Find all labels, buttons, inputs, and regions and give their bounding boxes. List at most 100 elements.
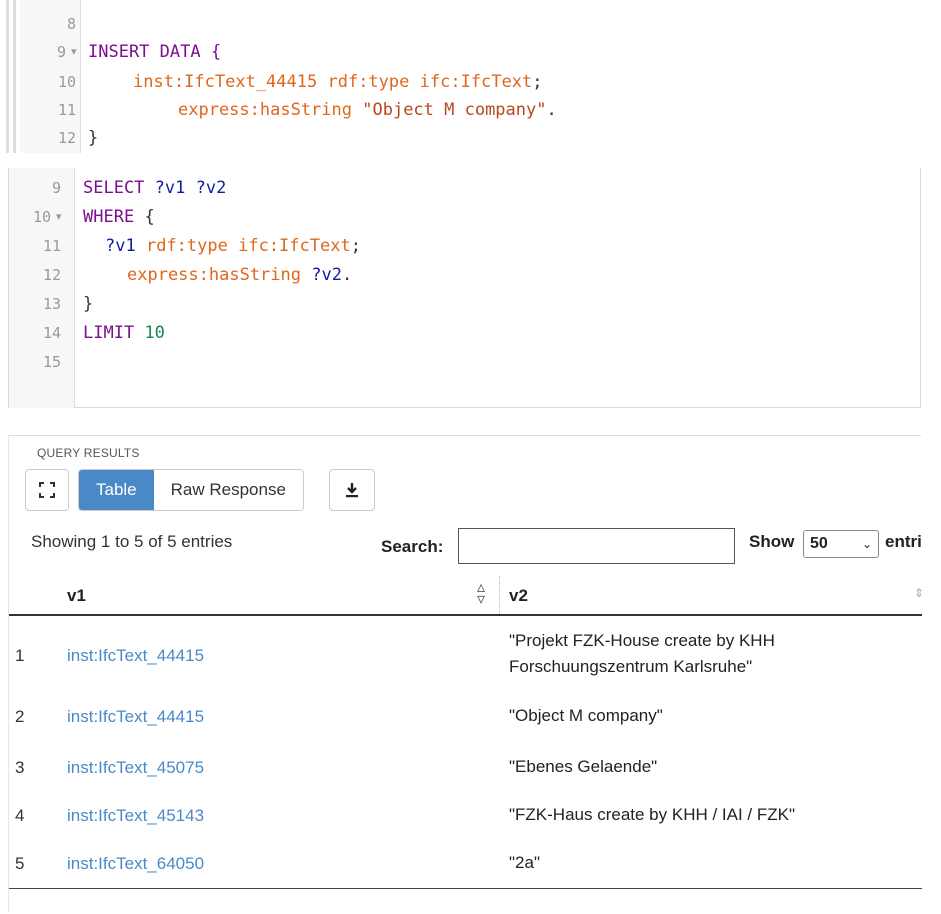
code-subject: ?v1 [105,236,136,256]
chevron-down-icon: ⌄ [861,537,872,551]
table-header: v1 ▵ ▿ v2 ⇕ [9,576,922,616]
search-input[interactable] [458,528,735,564]
code-line: 12 express:hasString ?v2. [9,261,909,291]
download-button[interactable] [329,469,375,511]
v2-value: "Projekt FZK-House create by KHH Forschu… [509,628,909,680]
line-number: 12 [42,266,61,284]
row-index: 5 [15,854,25,873]
code-line: 10 ▾ WHERE { [9,203,909,233]
line-number: 12 [57,129,76,147]
code-subject: inst:IfcText_44415 [133,72,318,92]
v1-link[interactable]: inst:IfcText_64050 [67,854,204,874]
editor-border-inner [13,0,16,153]
line-number: 11 [42,237,61,255]
code-text: } [88,128,99,148]
line-number: 10 [57,73,76,91]
v2-value-line: Forschuungszentrum Karlsruhe" [509,657,753,676]
select-query-editor[interactable]: 9 SELECT ?v1 ?v2 10 ▾ WHERE { 11 ?v1 rdf… [8,168,921,408]
code-line: 12 } [20,124,920,152]
sort-icon[interactable]: ⇕ [914,586,922,600]
download-icon [346,483,358,498]
v2-value: "2a" [509,853,540,872]
fold-arrow-icon[interactable]: ▾ [56,203,62,231]
v1-link[interactable]: inst:IfcText_44415 [67,707,204,727]
code-punct: { [144,207,155,227]
code-line: 11 ?v1 rdf:type ifc:IfcText; [9,232,909,262]
code-punct: ; [532,72,543,92]
code-text: express:hasString "Object M company". [178,96,557,124]
code-object: ifc:IfcText [419,72,533,92]
sort-icon[interactable]: ▵ ▿ [477,580,485,608]
line-number: 14 [42,324,61,342]
results-title: QUERY RESULTS [37,446,140,460]
table-info: Showing 1 to 5 of 5 entries [31,532,233,551]
row-index: 2 [15,707,25,726]
line-number: 11 [57,101,76,119]
column-header-v1[interactable]: v1 [67,586,86,606]
query-results-panel: QUERY RESULTS Table Raw Response Showing… [8,435,922,913]
editor-border-left [6,0,9,153]
v2-value: "Object M company" [509,706,663,725]
row-index: 4 [15,806,25,825]
search-label: Search: [381,537,444,556]
show-label: Show [749,532,795,551]
code-predicate: rdf:type [145,236,228,256]
v1-link[interactable]: inst:IfcText_45143 [67,806,204,826]
column-divider [499,576,500,614]
code-line: 11 express:hasString "Object M company". [20,96,920,124]
code-keyword: LIMIT [83,323,135,343]
line-number: 8 [66,15,76,33]
v1-link[interactable]: inst:IfcText_45075 [67,758,204,778]
page-size-value: 50 [810,535,828,552]
code-line: 9 ▾ INSERT DATA { [20,38,920,66]
code-text: inst:IfcText_44415 rdf:type ifc:IfcText; [133,68,542,96]
code-predicate: rdf:type [327,72,410,92]
v1-link[interactable]: inst:IfcText_44415 [67,646,204,666]
code-line: 9 SELECT ?v1 ?v2 [9,174,909,204]
code-text: ?v1 rdf:type ifc:IfcText; [105,232,361,260]
code-number: 10 [144,323,165,343]
code-object: ?v2 [311,265,342,285]
code-text: WHERE { [83,203,155,231]
code-text: SELECT ?v1 ?v2 [83,174,226,202]
code-keyword: WHERE [83,207,135,227]
fullscreen-icon [39,482,55,498]
result-view-tabs: Table Raw Response [78,469,304,511]
code-text: LIMIT 10 [83,319,165,347]
tab-table[interactable]: Table [79,470,154,510]
table-bottom-border [9,888,922,889]
insert-query-editor[interactable]: 8 9 ▾ INSERT DATA { 10 inst:IfcText_4441… [0,0,941,153]
v2-value: "Ebenes Gelaende" [509,757,658,776]
code-line: 13 } [9,290,909,320]
fold-arrow-icon[interactable]: ▾ [71,38,77,66]
line-number: 9 [51,179,61,197]
entries-label: entries [885,532,922,551]
code-punct: . [546,100,557,120]
code-text: } [83,294,94,314]
v2-value: "FZK-Haus create by KHH / IAI / FZK" [509,805,796,824]
code-predicate: express:hasString [178,100,352,120]
code-punct: . [341,265,353,285]
v2-value-line: "Projekt FZK-House create by KHH [509,631,775,650]
line-number: 15 [42,353,61,371]
line-number: 10 [32,208,51,226]
code-keyword: SELECT [83,178,145,198]
code-text: INSERT DATA { [88,42,222,62]
tab-raw-response[interactable]: Raw Response [153,470,303,510]
code-line: 14 LIMIT 10 [9,319,909,349]
code-line: 15 [9,348,909,378]
code-predicate: express:hasString [127,265,301,285]
code-text: express:hasString ?v2. [127,261,352,289]
page-size-select[interactable]: 50 ⌄ [803,530,879,558]
line-number: 13 [42,295,61,313]
code-literal: "Object M company" [362,100,547,120]
code-line: 8 [20,10,920,38]
code-object: ifc:IfcText [238,236,351,256]
code-line: 10 inst:IfcText_44415 rdf:type ifc:IfcTe… [20,68,920,96]
row-index: 1 [15,646,25,665]
code-vars: ?v1 ?v2 [154,178,227,198]
column-header-v2[interactable]: v2 [509,586,528,606]
fullscreen-button[interactable] [25,469,69,511]
line-number: 9 [56,43,66,61]
code-punct: ; [350,236,361,256]
